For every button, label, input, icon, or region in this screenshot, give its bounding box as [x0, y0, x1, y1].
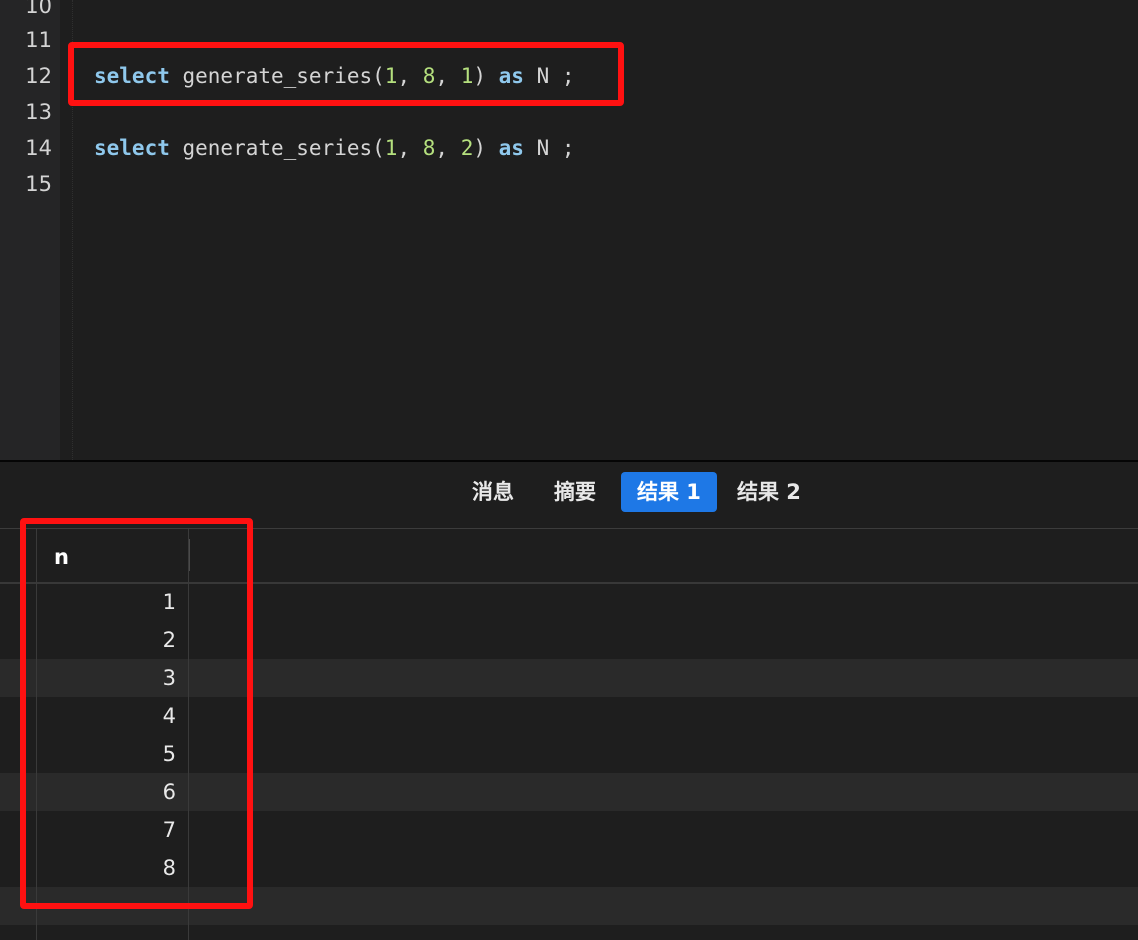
line-number: 13	[25, 100, 52, 124]
sql-number: 2	[460, 136, 474, 160]
highlight-box-query	[68, 42, 624, 106]
sql-number: 1	[384, 136, 398, 160]
line-number: 15	[25, 172, 52, 196]
sql-text: ,	[397, 136, 423, 160]
sql-keyword: as	[498, 136, 524, 160]
sql-text: )	[473, 136, 499, 160]
sql-editor[interactable]: 10 11 12 13 14 15 select generate_series…	[0, 0, 1138, 460]
sql-keyword: select	[94, 136, 170, 160]
highlight-box-results	[20, 518, 253, 909]
sql-text: ,	[435, 136, 461, 160]
line-number-gutter: 10 11 12 13 14 15	[0, 0, 60, 460]
sql-text: generate_series(	[169, 136, 385, 160]
tab-summary[interactable]: 摘要	[538, 472, 612, 512]
code-line-14[interactable]: select generate_series(1, 8, 2) as N ;	[94, 130, 575, 166]
line-number: 10	[25, 0, 52, 18]
sql-number: 8	[422, 136, 436, 160]
sql-text: N ;	[523, 136, 575, 160]
tab-messages[interactable]: 消息	[456, 472, 530, 512]
tab-result-1[interactable]: 结果 1	[621, 472, 717, 512]
tab-result-2[interactable]: 结果 2	[721, 472, 817, 512]
line-number: 12	[25, 64, 52, 88]
line-number: 14	[25, 136, 52, 160]
line-number: 11	[25, 28, 52, 52]
